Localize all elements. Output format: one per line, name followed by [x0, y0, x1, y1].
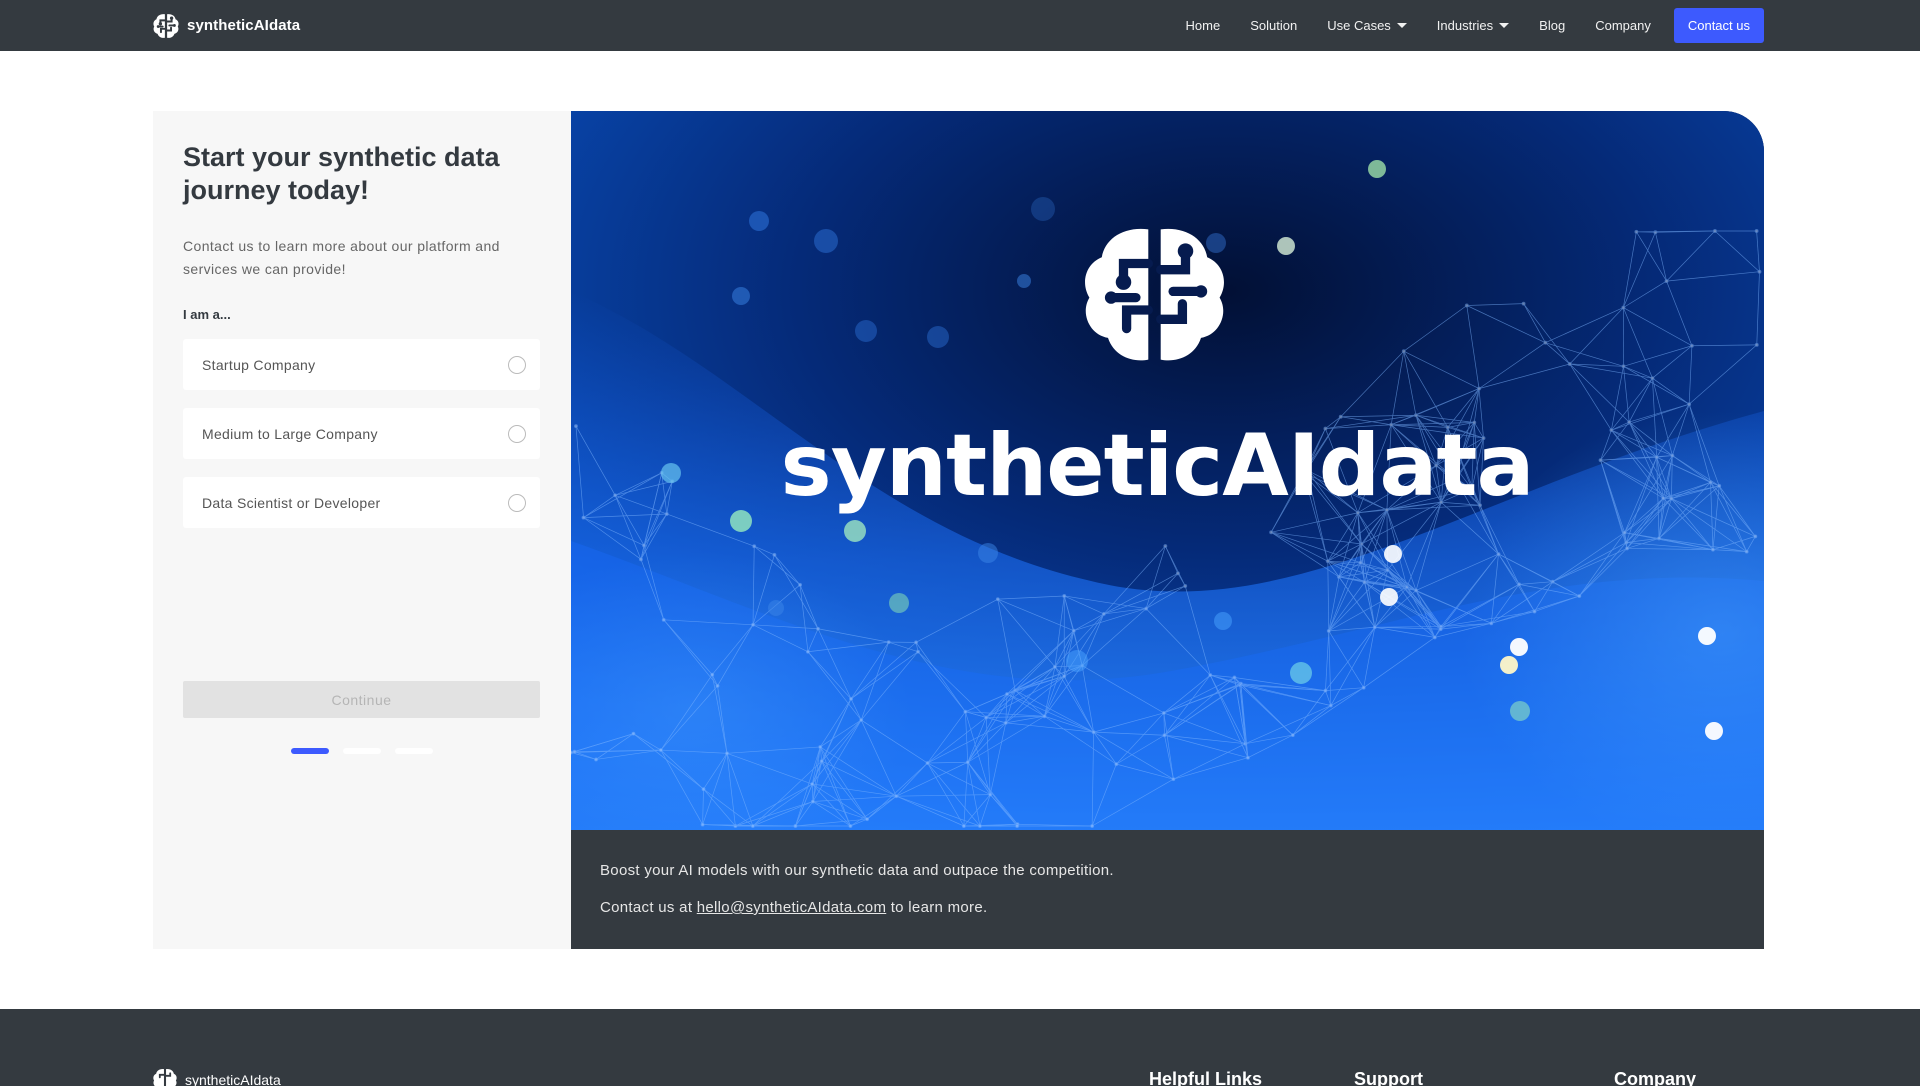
footer-heading-helpful-links: Helpful Links — [1149, 1069, 1263, 1086]
step-dot-3 — [395, 748, 433, 754]
option-startup-company[interactable]: Startup Company — [183, 339, 540, 390]
email-link[interactable]: hello@syntheticAIdata.com — [697, 899, 887, 916]
option-medium-large-company[interactable]: Medium to Large Company — [183, 408, 540, 459]
nav-company-label: Company — [1595, 17, 1651, 33]
contact-form-panel: Start your synthetic data journey today!… — [153, 111, 571, 949]
hero-brand-name: syntheticAIdata — [781, 416, 1534, 516]
option-label: Medium to Large Company — [202, 425, 378, 442]
navbar: syntheticAIdata Home Solution Use Cases … — [0, 0, 1920, 51]
hero-caption: Boost your AI models with our synthetic … — [571, 830, 1764, 949]
form-question: I am a... — [183, 307, 231, 322]
nav-links: Home Solution Use Cases Industries Blog … — [1156, 7, 1764, 43]
form-title: Start your synthetic data journey today! — [183, 142, 500, 205]
nav-home[interactable]: Home — [1186, 18, 1221, 33]
nav-blog-label: Blog — [1539, 17, 1566, 33]
nav-blog[interactable]: Blog — [1539, 18, 1565, 33]
nav-industries-label: Industries — [1436, 17, 1494, 33]
radio-button[interactable] — [508, 355, 526, 374]
nav-solution-label: Solution — [1250, 17, 1298, 33]
step-indicator — [291, 748, 447, 754]
caption-line-2: Contact us at hello@syntheticAIdata.com … — [600, 898, 1764, 918]
brand-link[interactable]: syntheticAIdata — [152, 10, 300, 41]
option-label: Startup Company — [202, 356, 316, 373]
brain-circuit-icon — [153, 13, 179, 38]
option-data-scientist[interactable]: Data Scientist or Developer — [183, 477, 540, 528]
form-wrap: Start your synthetic data journey today!… — [183, 141, 540, 528]
nav-solution[interactable]: Solution — [1250, 18, 1297, 33]
caret-down-icon — [1396, 22, 1407, 28]
caption-suffix: to learn more. — [886, 899, 988, 916]
continue-button[interactable]: Continue — [183, 681, 540, 718]
footer-heading-company: Company — [1614, 1069, 1697, 1086]
caret-down-icon — [1499, 22, 1510, 28]
radio-button[interactable] — [508, 493, 526, 512]
nav-industries-dropdown[interactable]: Industries — [1436, 17, 1510, 33]
footer: syntheticAIdata Helpful Links Support Co… — [0, 1009, 1920, 1086]
step-dot-2 — [343, 748, 381, 754]
network-background: syntheticAIdata — [571, 111, 1764, 830]
nav-home-label: Home — [1185, 17, 1221, 33]
caption-line-1: Boost your AI models with our synthetic … — [600, 862, 1114, 879]
footer-heading-support: Support — [1354, 1069, 1423, 1086]
brand-name: syntheticAIdata — [187, 17, 301, 34]
option-label: Data Scientist or Developer — [202, 494, 381, 511]
hero-image: syntheticAIdata — [571, 111, 1764, 830]
brain-circuit-icon — [153, 1069, 177, 1086]
nav-use-cases-dropdown[interactable]: Use Cases — [1327, 18, 1407, 33]
caption-prefix: Contact us at — [600, 899, 697, 916]
radio-button[interactable] — [508, 424, 526, 443]
footer-brand[interactable]: syntheticAIdata — [152, 1067, 281, 1086]
form-subtitle: Contact us to learn more about our platf… — [183, 238, 500, 277]
nav-company[interactable]: Company — [1595, 18, 1651, 33]
nav-use-cases-label: Use Cases — [1327, 17, 1391, 33]
contact-us-button[interactable]: Contact us — [1673, 7, 1764, 43]
footer-brand-name: syntheticAIdata — [185, 1072, 281, 1086]
step-dot-1 — [291, 748, 329, 754]
